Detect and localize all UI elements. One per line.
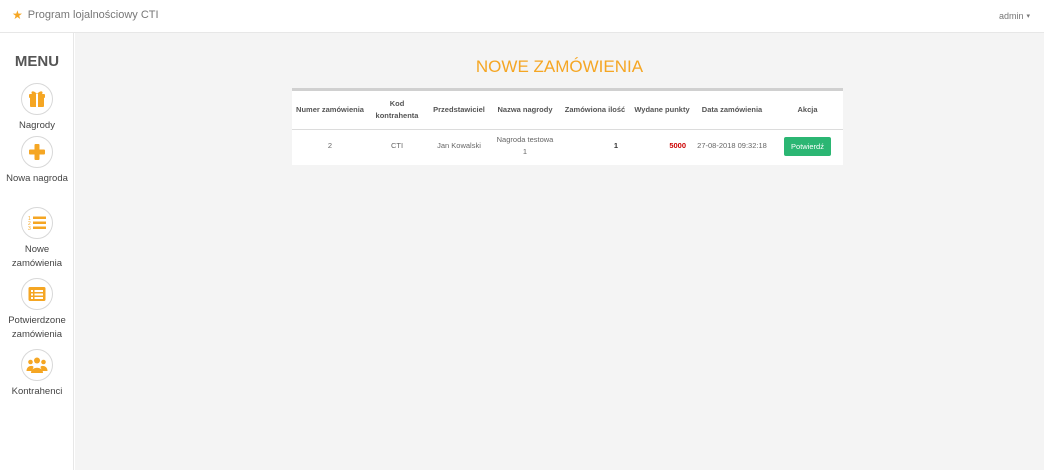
sidebar-item-label: Kontrahenci (11, 386, 63, 397)
column-header-points[interactable]: Wydane punkty (632, 91, 692, 130)
sidebar-item-label: Nagrody (19, 120, 55, 131)
menu-title: MENU (14, 53, 60, 70)
top-navbar: ★ Program lojalnościowy CTI admin ▾ (0, 0, 1044, 33)
table-row: 2 CTI Jan Kowalski Nagroda testowa 1 1 5… (292, 129, 843, 163)
caret-down-icon: ▾ (1026, 13, 1030, 20)
numbered-list-icon: 1 2 3 (21, 207, 53, 239)
sidebar-item-kontrahenci[interactable]: Kontrahenci (0, 349, 74, 399)
svg-text:3: 3 (28, 226, 31, 232)
brand-link[interactable]: ★ Program lojalnościowy CTI (12, 9, 159, 21)
cell-points: 5000 (669, 141, 686, 151)
sidebar-item-label: Nowe zamówienia (11, 244, 63, 269)
orders-table: Numer zamówienia Kod kontrahenta Przedst… (292, 91, 843, 163)
sidebar-item-nowe-zamowienia[interactable]: 1 2 3 Nowe zamówienia (0, 207, 74, 271)
column-header-date[interactable]: Data zamówienia (692, 91, 772, 130)
column-header-representative[interactable]: Przedstawiciel (426, 91, 492, 130)
cell-quantity: 1 (613, 141, 618, 151)
sidebar-item-nowa-nagroda[interactable]: Nowa nagroda (0, 136, 74, 186)
cell-contractor-code: CTI (390, 141, 404, 151)
cell-reward-name: Nagroda testowa 1 (496, 135, 554, 157)
orders-panel: Numer zamówienia Kod kontrahenta Przedst… (292, 88, 843, 165)
column-header-number[interactable]: Numer zamówienia (292, 91, 368, 130)
confirm-button[interactable]: Potwierdź (784, 136, 831, 156)
users-icon (21, 349, 53, 381)
star-icon: ★ (12, 8, 23, 22)
sidebar-item-nagrody[interactable]: Nagrody (0, 83, 74, 133)
table-header-row: Numer zamówienia Kod kontrahenta Przedst… (292, 91, 843, 130)
user-menu[interactable]: admin ▾ (999, 11, 1030, 21)
sidebar-item-potwierdzone-zamowienia[interactable]: Potwierdzone zamówienia (0, 278, 74, 342)
plus-icon (21, 136, 53, 168)
user-name: admin (998, 11, 1024, 21)
cell-number: 2 (327, 141, 333, 151)
column-header-action: Akcja (772, 91, 843, 130)
column-header-reward-name[interactable]: Nazwa nagrody (492, 91, 558, 130)
cell-action: Potwierdź (772, 129, 843, 163)
column-header-quantity[interactable]: Zamówiona ilość (558, 91, 632, 130)
sidebar-item-label: Nowa nagroda (6, 173, 68, 184)
sidebar-item-label: Potwierdzone zamówienia (8, 315, 66, 340)
sidebar: MENU Nagrody Nowa nagroda 1 2 3 Nowe zam… (0, 33, 74, 470)
column-header-contractor-code[interactable]: Kod kontrahenta (368, 91, 426, 130)
cell-date: 27-08-2018 09:32:18 (697, 141, 767, 151)
page-title: NOWE ZAMÓWIENIA (475, 57, 644, 76)
cell-representative: Jan Kowalski (437, 141, 481, 151)
main-content: NOWE ZAMÓWIENIA Numer zamówienia Kod kon… (75, 33, 1044, 470)
brand-text: Program lojalnościowy CTI (27, 9, 159, 21)
list-card-icon (21, 278, 53, 310)
gift-icon (21, 83, 53, 115)
